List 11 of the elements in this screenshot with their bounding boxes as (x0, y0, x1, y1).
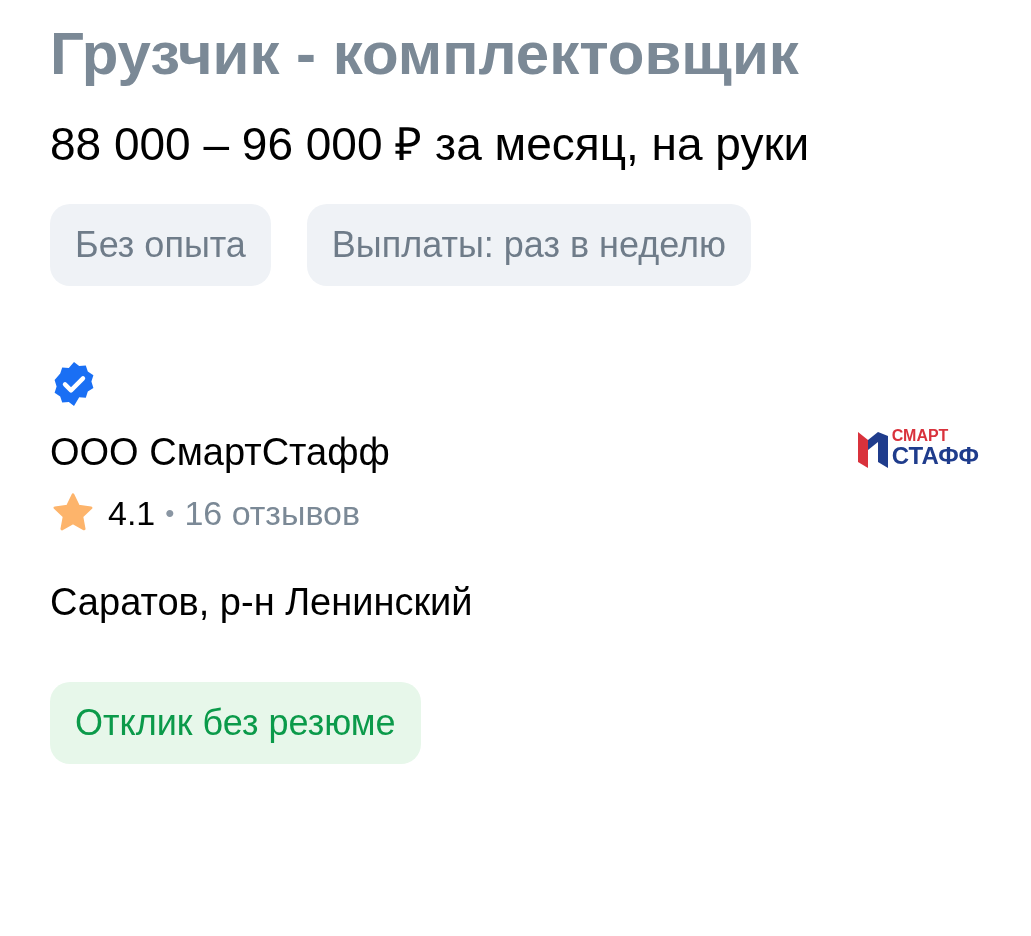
rating-value: 4.1 (108, 493, 156, 534)
tag: Без опыта (50, 204, 271, 286)
salary: 88 000 – 96 000 ₽ за месяц, на руки (50, 117, 811, 172)
reviews-link[interactable]: 16 отзывов (184, 491, 361, 535)
separator-dot: • (165, 497, 175, 530)
location: Саратов, р-н Ленинский (50, 580, 474, 625)
respond-button[interactable]: Отклик без резюме (50, 682, 421, 764)
tag: Выплаты: раз в неделю (306, 204, 752, 286)
company-name[interactable]: ООО СмартСтафф (50, 428, 390, 476)
job-title: Грузчик - комплектовщик (50, 19, 800, 89)
company-logo: СМАРТ СТАФФ (857, 428, 979, 468)
